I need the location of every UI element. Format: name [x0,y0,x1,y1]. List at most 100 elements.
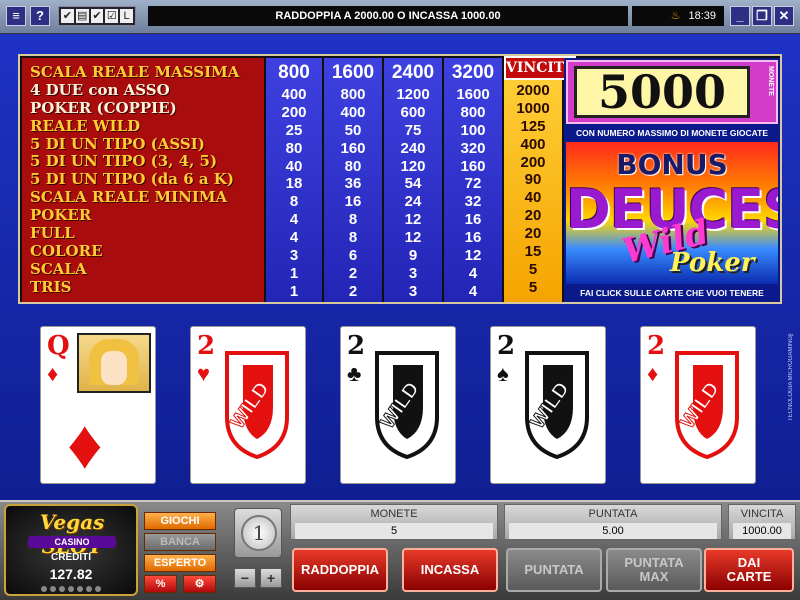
win-value: 20 [524,225,542,243]
column-header: 1600 [331,62,375,83]
games-button[interactable]: GIOCHI [144,512,216,530]
column-header: 3200 [451,62,495,83]
expert-button[interactable]: ESPERTO [144,554,216,572]
hand-name: POKER (COPPIE) [30,98,177,117]
payout-value: 160 [340,139,366,157]
restore-icon[interactable]: ❐ [752,6,772,26]
payout-value: 36 [344,175,362,193]
jackpot-box: 5000 MONETE [566,60,778,124]
card-5-two-diamonds[interactable]: 2 ♦ WILD [640,326,756,484]
hold-instruction: FAI CLICK SULLE CARTE CHE VUOI TENERE [580,288,764,298]
win-label: VINCITA [740,508,784,520]
hand-name: COLORE [30,241,103,260]
status-message: RADDOPPIA A 2000.00 O INCASSA 1000.00 [148,6,628,26]
card-2-two-hearts[interactable]: 2 ♥ WILD [190,326,306,484]
credits-value: 127.82 [49,566,93,582]
hand-names: SCALA REALE MASSIMA 4 DUE con ASSO POKER (… [22,58,264,302]
coin-value-selector[interactable]: 1 [234,508,282,558]
paytable: SCALA REALE MASSIMA 4 DUE con ASSO POKER (… [18,54,782,304]
hand-name: 5 DI UN TIPO (3, 4, 5) [30,152,218,171]
spade-icon: ♠ [497,361,509,386]
casino-brand: Vegas SLOT [39,510,105,558]
bet-label: PUNTATA [588,508,638,520]
options-icon[interactable]: ⚙ [183,575,216,593]
wild-shield-icon: WILD [375,351,439,459]
payout-value: 40 [285,157,303,175]
coin-decrease-button[interactable]: − [234,568,256,588]
check-icon[interactable]: ✔ [90,9,104,23]
win-display: VINCITA 1000.00 [728,504,796,540]
win-value: 2000 [516,82,550,99]
coin-icon: 1 [241,515,277,551]
heart-icon: ♥ [197,361,211,386]
payout-value: 50 [344,121,362,139]
payout-value: 9 [408,247,418,265]
l-icon[interactable]: L [120,9,133,23]
jackpot-unit: MONETE [767,66,774,96]
wild-shield-icon: WILD [225,351,289,459]
payout-value: 8 [289,193,299,211]
payout-value: 240 [400,139,426,157]
column-header: 2400 [391,62,435,83]
bank-button[interactable]: BANCA [144,533,216,551]
payout-value: 80 [285,139,303,157]
paytable-win-column: 2000 1000 125 400 200 90 40 20 20 15 5 5 [504,58,562,302]
technology-credit: TECNOLOGIA MICROGAMING™ [788,330,794,422]
payout-value: 12 [464,247,482,265]
card-3-two-clubs[interactable]: 2 ♣ WILD [340,326,456,484]
coins-label: MONETE [370,508,418,520]
hand-name: SCALA REALE MINIMA [30,188,228,207]
win-value: 90 [524,171,542,189]
payout-value: 24 [404,193,422,211]
payout-value: 12 [404,211,422,229]
payout-value: 32 [464,193,482,211]
coins-value: 5 [295,523,493,539]
win-value: 1000 [516,99,550,117]
coins-display: MONETE 5 [290,504,498,540]
title-bar: ≡ ? ✔ ▤ ✔ ☑ L RADDOPPIA A 2000.00 O INCA… [0,0,800,34]
stats-icon[interactable]: ▤ [75,9,89,23]
help-icon[interactable]: ? [30,6,50,26]
payout-value: 16 [344,193,362,211]
paytable-column-3-coins: 2400 1200 600 75 240 120 54 24 12 12 9 3 3 [384,58,442,302]
minimize-icon[interactable]: _ [730,6,750,26]
payout-value: 2 [348,282,358,300]
bet-button[interactable]: PUNTATA [506,548,602,592]
win-value: 15 [524,243,542,261]
coin-increase-button[interactable]: + [260,568,282,588]
check-icon[interactable]: ✔ [61,9,74,23]
video-poker-window: ≡ ? ✔ ▤ ✔ ☑ L RADDOPPIA A 2000.00 O INCA… [0,0,800,600]
double-button[interactable]: RADDOPPIA [292,548,388,592]
diamond-icon: ♦ [647,361,659,386]
close-icon[interactable]: ✕ [774,6,794,26]
promo-panel: 5000 MONETE CON NUMERO MASSIMO DI MONETE… [564,58,780,302]
payout-value: 320 [460,139,486,157]
card-4-two-spades[interactable]: 2 ♠ WILD [490,326,606,484]
check-icon[interactable]: ☑ [105,9,119,23]
win-value: 20 [524,207,542,225]
deal-button[interactable]: DAI CARTE [704,548,794,592]
payout-value: 2 [348,264,358,282]
max-bet-button[interactable]: PUNTATA MAX [606,548,702,592]
payout-value: 72 [464,175,482,193]
card-1-queen-diamonds[interactable]: Q ♦ ♦ [40,326,156,484]
bet-display: PUNTATA 5.00 [504,504,722,540]
hand-name: REALE WILD [30,116,141,135]
payout-value: 400 [281,86,307,103]
payout-value: 800 [340,86,366,103]
win-value: 125 [520,117,546,135]
hand-name: POKER [30,206,92,225]
percent-button[interactable]: % [144,575,177,593]
column-header: 800 [278,62,310,83]
club-icon: ♣ [347,361,362,386]
payout-value: 800 [460,103,486,121]
win-value: 5 [528,260,538,278]
payout-value: 1200 [396,86,430,103]
payout-value: 600 [400,103,426,121]
menu-icon[interactable]: ≡ [6,6,26,26]
collect-button[interactable]: INCASSA [402,548,498,592]
paytable-column-4-coins: 3200 1600 800 100 320 160 72 32 16 16 12 4 4 [444,58,502,302]
payout-value: 16 [464,211,482,229]
payout-value: 16 [464,229,482,247]
payout-value: 120 [400,157,426,175]
